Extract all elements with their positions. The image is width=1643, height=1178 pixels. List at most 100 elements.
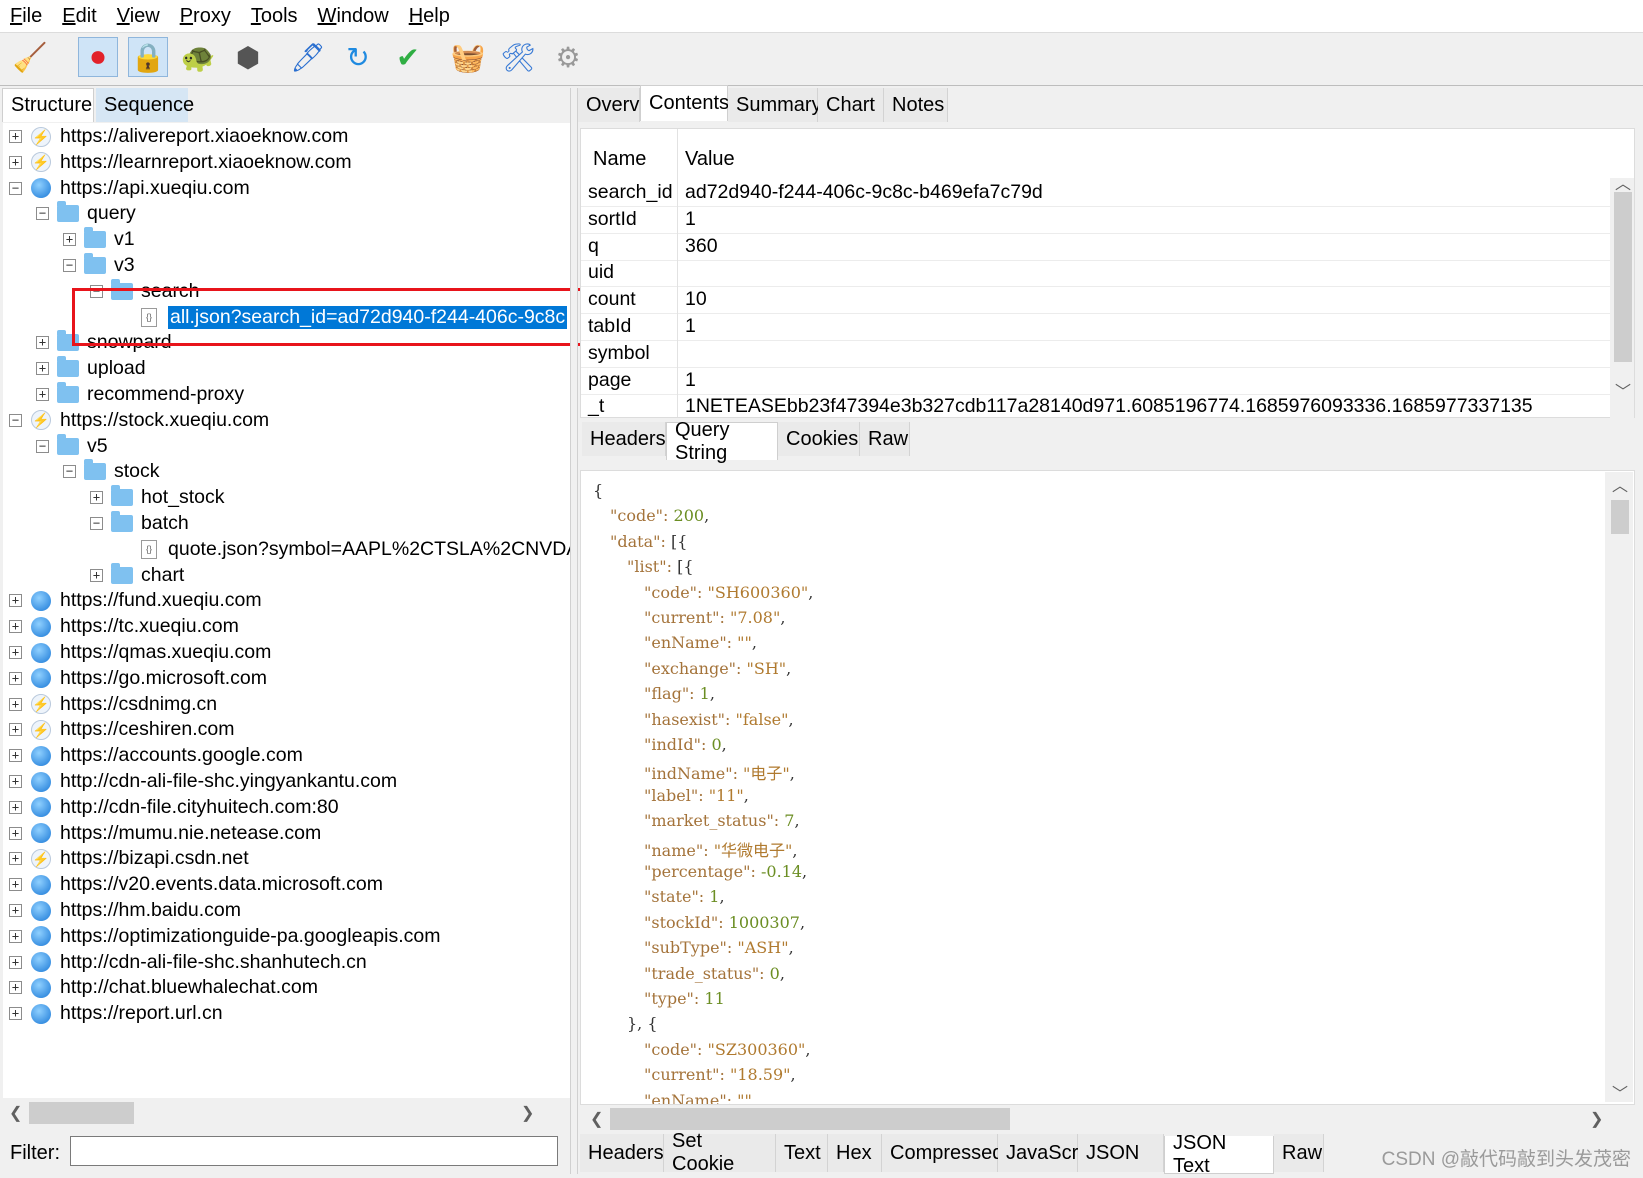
tree-node[interactable]: − v3 [63, 252, 135, 279]
tree-node[interactable]: + ⚡ https://ceshiren.com [9, 716, 235, 743]
response-tab-hex[interactable]: Hex [828, 1134, 882, 1172]
expand-icon[interactable]: + [9, 671, 22, 685]
table-row[interactable]: uid [581, 259, 1611, 288]
scroll-up-arrow-icon[interactable]: ︿ [1612, 472, 1628, 496]
collapse-icon[interactable]: − [36, 439, 49, 453]
scroll-down-arrow-icon[interactable]: ﹀ [1612, 1080, 1628, 1104]
expand-icon[interactable]: + [9, 1007, 22, 1021]
tree-node[interactable]: + https://go.microsoft.com [9, 665, 267, 692]
response-tab-text[interactable]: Text [776, 1134, 828, 1172]
menu-window[interactable]: Window [308, 5, 399, 28]
tree-node[interactable]: + v1 [63, 226, 135, 253]
tree-node[interactable]: + ⚡ https://learnreport.xiaoeknow.com [9, 149, 352, 176]
json-vertical-scrollbar[interactable]: ︿ ﹀ [1605, 472, 1633, 1104]
basket-button[interactable]: 🧺 [448, 37, 488, 77]
tree-node[interactable]: + hot_stock [90, 484, 224, 511]
response-tab-set-cookie[interactable]: Set Cookie [664, 1130, 776, 1175]
collapse-icon[interactable]: − [63, 259, 76, 272]
json-horizontal-scrollbar[interactable]: ❮ ❯ [580, 1105, 1610, 1133]
scroll-right-arrow-icon[interactable]: ❯ [521, 1103, 534, 1123]
collapse-icon[interactable]: − [63, 465, 76, 479]
tree-node[interactable]: − ⚡ https://stock.xueqiu.com [9, 407, 269, 434]
tab-overview[interactable]: Overview [578, 88, 669, 122]
expand-icon[interactable]: + [9, 981, 22, 995]
menu-view[interactable]: View [107, 5, 170, 28]
response-tab-headers[interactable]: Headers [580, 1134, 664, 1172]
tree-node[interactable]: + https://optimizationguide-pa.googleapis… [9, 923, 440, 950]
expand-icon[interactable]: + [90, 491, 103, 505]
tree-node[interactable]: + https://report.url.cn [9, 1000, 223, 1027]
tree-node[interactable]: {} quote.json?symbol=AAPL%2CTSLA%2CNVDA [117, 536, 570, 563]
tree-node[interactable]: + https://tc.xueqiu.com [9, 613, 239, 640]
pane-splitter[interactable] [570, 88, 578, 1174]
tree-node[interactable]: + https://mumu.nie.netease.com [9, 820, 321, 847]
tree-node[interactable]: + recommend-proxy [36, 381, 244, 408]
tree-horizontal-scrollbar[interactable]: ❮ ❯ [3, 1099, 570, 1127]
tree-node[interactable]: + http://cdn-ali-file-shc.shanhutech.cn [9, 949, 367, 976]
expand-icon[interactable]: + [9, 749, 22, 763]
menu-edit[interactable]: Edit [52, 5, 106, 28]
refresh-button[interactable]: ↻ [338, 37, 378, 77]
menu-tools[interactable]: Tools [241, 5, 308, 28]
table-row[interactable]: tabId 1 [581, 313, 1611, 341]
collapse-icon[interactable]: − [36, 207, 49, 221]
expand-icon[interactable]: + [9, 594, 22, 608]
tree-node[interactable]: − query [36, 200, 136, 227]
menu-help[interactable]: Help [399, 5, 460, 28]
tree-node[interactable]: + ⚡ https://csdnimg.cn [9, 691, 217, 718]
collapse-icon[interactable]: − [9, 413, 22, 427]
tab-notes[interactable]: Notes [884, 88, 948, 122]
expand-icon[interactable]: + [9, 852, 22, 866]
expand-icon[interactable]: + [63, 233, 76, 247]
tab-contents[interactable]: Contents [640, 85, 729, 121]
tree-node[interactable]: + ⚡ https://bizapi.csdn.net [9, 845, 249, 872]
tree-node[interactable]: + https://qmas.xueqiu.com [9, 639, 271, 666]
scroll-thumb[interactable] [1611, 500, 1629, 534]
tree-node[interactable]: + https://v20.events.data.microsoft.com [9, 871, 383, 898]
tree-node[interactable]: + ⚡ https://alivereport.xiaoeknow.com [9, 123, 348, 150]
tab-structure[interactable]: Structure [2, 88, 94, 122]
expand-icon[interactable]: + [9, 800, 22, 814]
tree-node[interactable]: + https://accounts.google.com [9, 742, 303, 769]
expand-icon[interactable]: + [9, 130, 22, 143]
tree-node[interactable]: − https://api.xueqiu.com [9, 175, 250, 202]
scroll-up-arrow-icon[interactable]: ︿ [1615, 170, 1631, 194]
menu-proxy[interactable]: Proxy [170, 5, 241, 28]
column-header-value[interactable]: Value [685, 139, 735, 179]
expand-icon[interactable]: + [9, 929, 22, 943]
expand-icon[interactable]: + [9, 723, 22, 737]
broom-button[interactable]: 🧹 [10, 37, 50, 77]
subtab-headers[interactable]: Headers [582, 422, 666, 456]
stop-hexagon-button[interactable]: ⬢ [228, 37, 268, 77]
expand-icon[interactable]: + [90, 568, 103, 582]
expand-icon[interactable]: + [36, 388, 49, 401]
table-row[interactable]: _t 1NETEASEbb23f47394e3b327cdb117a28140d9… [581, 393, 1611, 417]
response-tab-json[interactable]: JSON [1078, 1134, 1164, 1172]
collapse-icon[interactable]: − [90, 517, 103, 530]
tree-node[interactable]: − v5 [36, 433, 108, 460]
menu-file[interactable]: File [0, 5, 52, 28]
response-tab-raw[interactable]: Raw [1274, 1134, 1324, 1172]
tree-node[interactable]: + upload [36, 355, 146, 382]
table-row[interactable]: q 360 [581, 232, 1611, 261]
table-row[interactable]: page 1 [581, 366, 1611, 395]
json-text-view[interactable]: {"code": 200, "data": [{"list": [{"code":… [580, 470, 1635, 1105]
tree-node[interactable]: + https://fund.xueqiu.com [9, 587, 262, 614]
tree-node[interactable]: + http://cdn-file.cityhuitech.com:80 [9, 794, 339, 821]
subtab-cookies[interactable]: Cookies [778, 422, 860, 456]
expand-icon[interactable]: + [9, 155, 22, 169]
expand-icon[interactable]: + [9, 826, 22, 840]
table-vertical-scrollbar[interactable]: ︿ ﹀ [1610, 176, 1634, 418]
expand-icon[interactable]: + [9, 775, 22, 788]
scroll-thumb[interactable] [610, 1108, 1010, 1130]
expand-icon[interactable]: + [9, 878, 22, 892]
check-button[interactable]: ✔ [388, 37, 428, 77]
response-tab-json-text[interactable]: JSON Text [1164, 1132, 1274, 1177]
tree-node[interactable]: − batch [90, 510, 189, 537]
subtab-query-string[interactable]: Query String [666, 419, 778, 464]
tree-node[interactable]: − stock [63, 458, 160, 485]
scroll-thumb[interactable] [29, 1102, 134, 1124]
lock-button[interactable]: 🔒 [128, 37, 168, 77]
tree-node[interactable]: + chart [90, 562, 184, 589]
expand-icon[interactable]: + [9, 620, 22, 634]
